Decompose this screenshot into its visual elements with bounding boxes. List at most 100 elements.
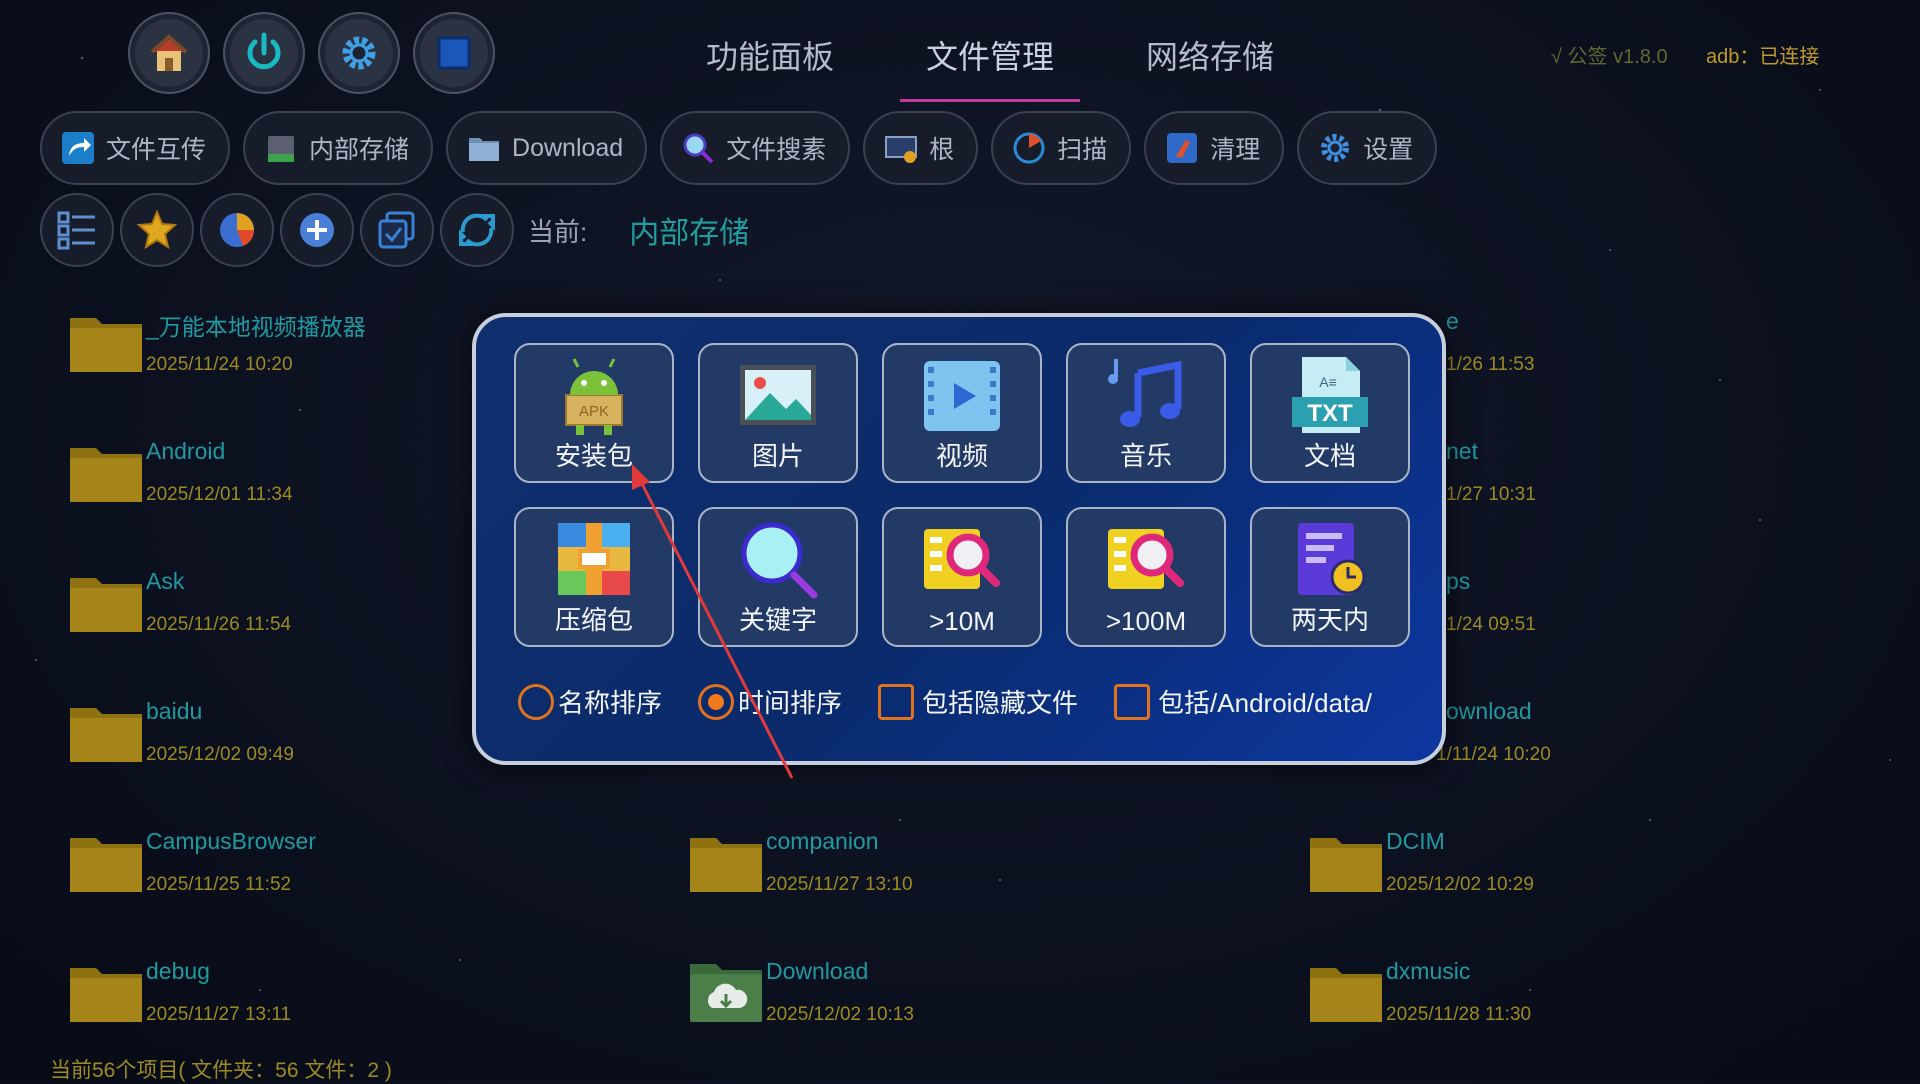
file-date: 2025/12/01 11:34: [146, 484, 293, 505]
download-folder-icon: [690, 964, 762, 1022]
category-apk[interactable]: APK 安装包: [514, 343, 674, 483]
image-icon: [740, 365, 816, 425]
settings-label: 设置: [1363, 136, 1414, 164]
large-file-search-icon: [924, 529, 1000, 589]
archive-icon: [558, 523, 630, 595]
txt-badge: TXT: [1307, 400, 1353, 427]
file-name: baidu: [146, 698, 203, 724]
gear-icon[interactable]: [318, 12, 400, 94]
internal-storage-button[interactable]: 内部存储: [243, 111, 434, 185]
add-button[interactable]: [280, 193, 354, 267]
category-label: 两天内: [1290, 605, 1369, 635]
file-name: CampusBrowser: [146, 828, 316, 854]
multi-select-icon: [378, 211, 415, 249]
sort-by-time-option[interactable]: 时间排序: [698, 683, 842, 720]
file-name: e: [1446, 308, 1459, 334]
category-label: 音乐: [1119, 441, 1172, 471]
tab-file-management[interactable]: 文件管理: [880, 30, 1100, 102]
refresh-button[interactable]: [440, 193, 514, 267]
sort-by-time-label: 时间排序: [738, 688, 843, 718]
window-icon[interactable]: [413, 12, 495, 94]
file-date: 2025/11/28 11:30: [1386, 1004, 1532, 1025]
folder-icon: [70, 838, 142, 892]
include-android-data-option[interactable]: 包括/Android/data/: [1114, 683, 1372, 720]
category-over-10m[interactable]: >10M: [882, 507, 1042, 647]
file-search-label: 文件搜素: [726, 136, 827, 164]
multi-select-button[interactable]: [360, 193, 434, 267]
category-image[interactable]: 图片: [698, 343, 858, 483]
category-over-100m[interactable]: >100M: [1066, 507, 1226, 647]
sort-by-name-radio[interactable]: [518, 683, 554, 720]
include-hidden-label: 包括隐藏文件: [922, 688, 1079, 718]
folder-icon: [70, 578, 142, 632]
category-video[interactable]: 视频: [882, 343, 1042, 483]
action-row: 当前: 内部存储: [40, 193, 749, 267]
star-icon: [136, 209, 178, 250]
scan-button[interactable]: 扫描: [991, 111, 1132, 185]
file-name: Android: [146, 438, 226, 464]
favorites-button[interactable]: [120, 193, 194, 267]
folder-icon: [70, 318, 142, 372]
file-name: DCIM: [1386, 828, 1445, 854]
category-within-two-days[interactable]: 两天内: [1250, 507, 1410, 647]
folder-icon: [1310, 838, 1382, 892]
pie-chart-icon: [220, 213, 255, 247]
top-icon-bar: [128, 12, 495, 94]
tab-network-storage[interactable]: 网络存储: [1100, 30, 1320, 100]
sort-by-name-option[interactable]: 名称排序: [518, 683, 662, 720]
recent-doc-icon: [1298, 523, 1366, 595]
download-button[interactable]: Download: [446, 111, 648, 185]
file-name: companion: [766, 828, 879, 854]
category-label: >10M: [929, 606, 995, 636]
category-grid: APK 安装包 图片 视频 音乐 A≡ TXT 文档 压缩包 关键字 >10M …: [514, 343, 1410, 647]
file-search-button[interactable]: 文件搜素: [660, 111, 851, 185]
root-label: 根: [929, 136, 955, 164]
category-label: >100M: [1105, 606, 1187, 636]
file-name: Download: [766, 958, 869, 984]
document-glyph: A≡: [1319, 374, 1337, 390]
list-icon: [57, 211, 95, 250]
file-category-dialog: APK 安装包 图片 视频 音乐 A≡ TXT 文档 压缩包 关键字 >10M …: [472, 313, 1446, 765]
file-date: 2025/11/27 13:10: [766, 874, 913, 895]
folder-icon: [70, 448, 142, 502]
file-date: 2025/12/02 09:49: [146, 744, 294, 765]
include-hidden-checkbox[interactable]: [878, 683, 915, 720]
root-button[interactable]: 根: [863, 111, 979, 185]
file-name: ownload: [1446, 698, 1532, 724]
home-icon[interactable]: [128, 12, 210, 94]
folder-icon: [469, 138, 500, 161]
file-date: 2025/11/25 11:52: [146, 874, 292, 895]
storage-chart-button[interactable]: [200, 193, 274, 267]
category-label: 视频: [935, 441, 988, 471]
include-android-data-checkbox[interactable]: [1114, 683, 1151, 720]
share-icon: [62, 132, 94, 164]
magnifier-icon: [741, 522, 818, 599]
category-document[interactable]: A≡ TXT 文档: [1250, 343, 1410, 483]
category-music[interactable]: 音乐: [1066, 343, 1226, 483]
file-date: 2025/11/24 10:20: [146, 354, 293, 375]
video-icon: [924, 361, 1000, 431]
current-label: 当前:: [528, 216, 588, 247]
folder-icon: [70, 708, 142, 762]
plus-icon: [300, 213, 334, 247]
tab-function-panel[interactable]: 功能面板: [660, 30, 880, 100]
list-view-button[interactable]: [40, 193, 114, 267]
scan-label: 扫描: [1057, 136, 1108, 164]
file-date: 1/26 11:53: [1446, 354, 1535, 375]
file-name: Ask: [146, 568, 185, 594]
music-icon: [1108, 359, 1182, 427]
include-hidden-option[interactable]: 包括隐藏文件: [878, 683, 1078, 720]
current-path[interactable]: 内部存储: [629, 208, 749, 252]
clean-button[interactable]: 清理: [1144, 111, 1285, 185]
moon-icon: [1300, 238, 1365, 306]
file-name: dxmusic: [1386, 958, 1471, 984]
apk-badge: APK: [579, 403, 609, 420]
category-keyword[interactable]: 关键字: [698, 507, 858, 647]
file-transfer-button[interactable]: 文件互传: [40, 111, 231, 185]
include-android-data-label: 包括/Android/data/: [1158, 688, 1372, 718]
settings-button[interactable]: 设置: [1297, 111, 1438, 185]
dialog-options: 名称排序 时间排序 包括隐藏文件 包括/Android/data/: [518, 683, 1408, 720]
power-icon[interactable]: [223, 12, 305, 94]
category-archive[interactable]: 压缩包: [514, 507, 674, 647]
sort-by-time-radio[interactable]: [698, 683, 735, 720]
